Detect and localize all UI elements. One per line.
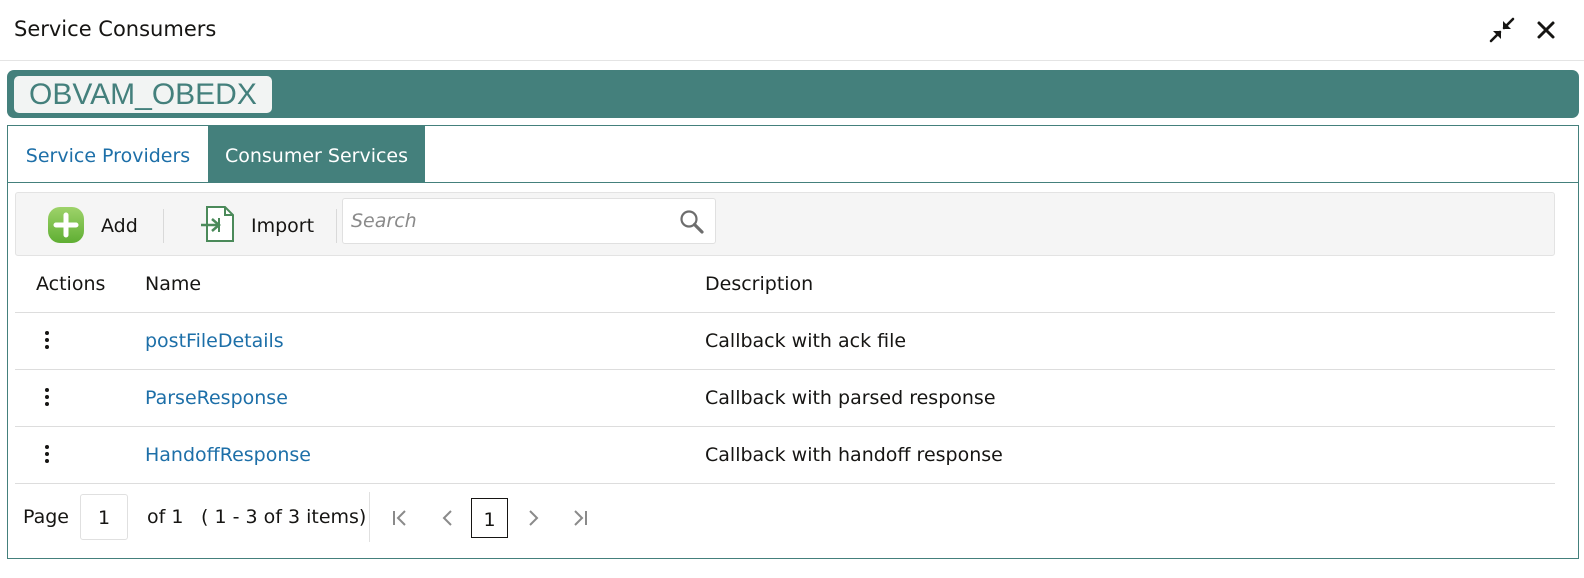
tab-consumer-services[interactable]: Consumer Services <box>208 126 425 183</box>
service-description: Callback with ack file <box>705 330 907 352</box>
column-header-actions: Actions <box>36 273 106 295</box>
import-label: Import <box>251 215 315 237</box>
search-input[interactable] <box>351 207 671 235</box>
search-box <box>342 198 716 244</box>
import-icon <box>199 204 237 248</box>
first-page-icon[interactable] <box>388 506 412 530</box>
current-page-button[interactable]: 1 <box>471 498 508 538</box>
main-panel: Service Providers Consumer Services Add <box>7 125 1579 559</box>
compress-arrows-icon[interactable] <box>1488 16 1516 44</box>
toolbar-divider <box>336 209 337 243</box>
page-number-input[interactable]: 1 <box>80 494 128 540</box>
next-page-icon[interactable] <box>521 506 545 530</box>
more-actions-icon[interactable] <box>37 386 57 410</box>
pagination: Page 1 of 1 ( 1 - 3 of 3 items) 1 <box>15 484 1555 554</box>
import-button[interactable]: Import <box>196 193 336 257</box>
add-label: Add <box>101 215 138 237</box>
table-header: Actions Name Description <box>15 256 1555 313</box>
magnifier-icon[interactable] <box>679 209 705 239</box>
page-count-label: of 1 <box>147 506 184 528</box>
consumer-services-table: Actions Name Description postFileDetails… <box>15 256 1555 484</box>
close-icon[interactable] <box>1532 16 1560 44</box>
service-name-link[interactable]: ParseResponse <box>145 387 288 409</box>
more-actions-icon[interactable] <box>37 443 57 467</box>
service-description: Callback with parsed response <box>705 387 996 409</box>
more-actions-icon[interactable] <box>37 329 57 353</box>
plus-circle-icon <box>47 206 85 248</box>
toolbar: Add Import <box>15 192 1555 256</box>
dialog-title: Service Consumers <box>14 17 217 41</box>
last-page-icon[interactable] <box>568 506 592 530</box>
pager-divider <box>369 492 370 542</box>
column-header-description[interactable]: Description <box>705 273 813 295</box>
service-name-link[interactable]: postFileDetails <box>145 330 284 352</box>
page-label: Page <box>23 506 69 528</box>
table-row: HandoffResponse Callback with handoff re… <box>15 427 1555 484</box>
dialog-header: Service Consumers <box>0 0 1584 61</box>
tab-bar: Service Providers Consumer Services <box>8 126 1578 183</box>
table-row: postFileDetails Callback with ack file <box>15 313 1555 370</box>
add-button[interactable]: Add <box>44 193 164 257</box>
previous-page-icon[interactable] <box>436 506 460 530</box>
service-description: Callback with handoff response <box>705 444 1003 466</box>
items-summary: ( 1 - 3 of 3 items) <box>201 506 367 528</box>
context-name-chip: OBVAM_OBEDX <box>14 76 272 113</box>
context-bar: OBVAM_OBEDX <box>7 70 1579 118</box>
service-name-link[interactable]: HandoffResponse <box>145 444 311 466</box>
tab-service-providers[interactable]: Service Providers <box>8 126 208 183</box>
table-row: ParseResponse Callback with parsed respo… <box>15 370 1555 427</box>
column-header-name[interactable]: Name <box>145 273 201 295</box>
toolbar-divider <box>163 209 164 243</box>
